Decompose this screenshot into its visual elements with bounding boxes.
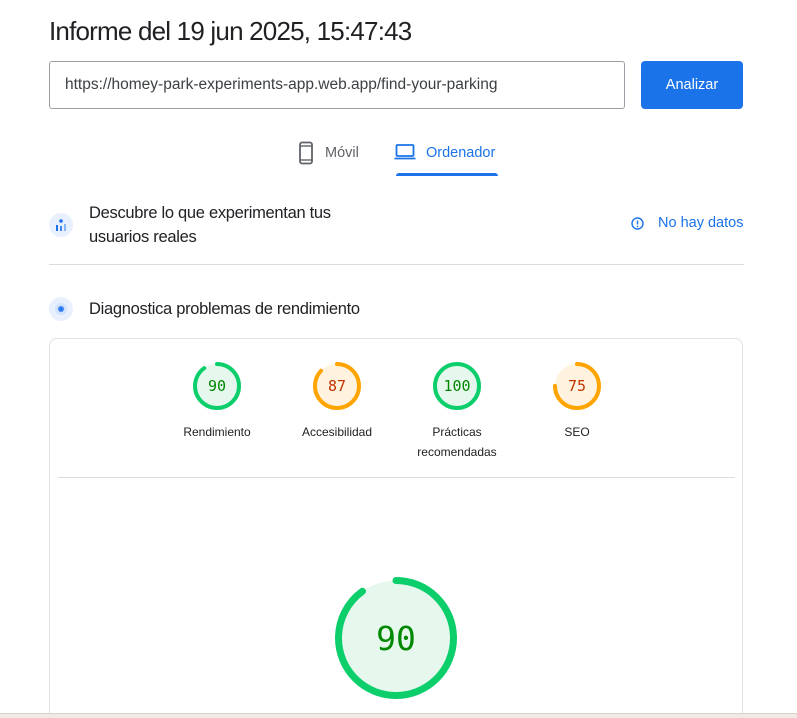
no-data-label: No hay datos (658, 215, 744, 231)
main-score-gauge: 90 (335, 577, 457, 699)
field-data-heading-line2: usuarios reales (89, 228, 197, 246)
laptop-icon (394, 141, 416, 161)
field-data-section: Descubre lo que experimentan tus usuario… (49, 201, 331, 249)
score-gauge[interactable]: 100 Prácticas recomendadas (397, 362, 517, 462)
score-label: Prácticas (432, 425, 482, 439)
diagnostics-section: Diagnostica problemas de rendimiento (49, 297, 360, 321)
score-label: Accesibilidad (301, 425, 373, 439)
score-value: 75 (567, 377, 587, 395)
info-icon (631, 216, 644, 230)
card-divider (58, 477, 735, 478)
diagnostics-heading: Diagnostica problemas de rendimiento (89, 300, 360, 318)
score-value: 100 (443, 377, 471, 395)
tab-active-indicator (396, 173, 498, 176)
field-data-heading-line1: Descubre lo que experimentan tus (89, 204, 331, 222)
score-gauge[interactable]: 87 Accesibilidad (277, 362, 397, 442)
report-title: Informe del 19 jun 2025, 15:47:43 (49, 16, 412, 46)
bottom-edge (0, 713, 797, 718)
analyze-button[interactable]: Analizar (641, 61, 743, 109)
users-chart-icon (49, 213, 73, 237)
url-field[interactable] (49, 61, 625, 109)
tab-mobile[interactable]: Móvil (297, 138, 359, 176)
device-tabs: Móvil Ordenador (0, 138, 797, 178)
tab-desktop[interactable]: Ordenador (394, 138, 498, 176)
url-input[interactable] (50, 62, 624, 108)
smartphone-icon (297, 141, 315, 165)
lighthouse-icon (49, 297, 73, 321)
score-label: SEO (564, 425, 590, 439)
tab-desktop-label: Ordenador (426, 145, 496, 161)
tab-mobile-label: Móvil (325, 145, 359, 161)
score-gauge[interactable]: 75 SEO (517, 362, 637, 442)
score-gauge[interactable]: 90 Rendimiento (157, 362, 277, 442)
score-label: Rendimiento (183, 425, 251, 439)
no-data-link[interactable]: No hay datos (631, 215, 743, 231)
main-score-value: 90 (376, 618, 416, 658)
score-label-line2: recomendadas (417, 445, 497, 459)
score-value: 87 (327, 377, 347, 395)
score-value: 90 (207, 377, 227, 395)
section-divider (49, 264, 744, 265)
